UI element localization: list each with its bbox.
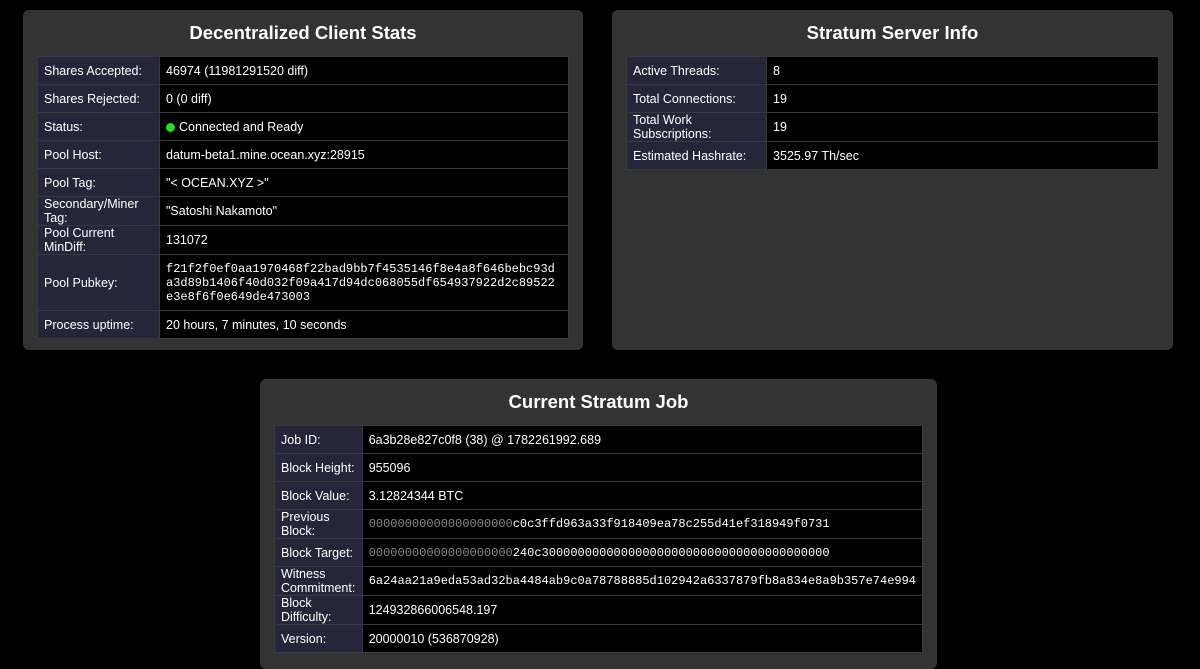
table-row: Block Value: 3.12824344 BTC <box>274 481 924 510</box>
table-row: Pool Pubkey: f21f2f0ef0aa1970468f22bad9b… <box>37 254 569 311</box>
secondary-tag-value: "Satoshi Nakamoto" <box>159 196 569 226</box>
table-row: Pool Host: datum-beta1.mine.ocean.xyz:28… <box>37 140 569 169</box>
status-text: Connected and Ready <box>179 119 304 134</box>
table-row: Version: 20000010 (536870928) <box>274 624 924 653</box>
stratum-job-table: Job ID: 6a3b28e827c0f8 (38) @ 1782261992… <box>274 425 924 653</box>
subscriptions-value: 19 <box>766 112 1159 142</box>
block-value-label: Block Value: <box>274 481 363 510</box>
status-indicator-icon <box>166 122 175 132</box>
shares-rejected-label: Shares Rejected: <box>37 84 160 113</box>
table-row: Status: Connected and Ready <box>37 112 569 141</box>
pool-host-label: Pool Host: <box>37 140 160 169</box>
pool-tag-value: "< OCEAN.XYZ >" <box>159 168 569 197</box>
threads-label: Active Threads: <box>626 56 767 85</box>
block-difficulty-label: Block Difficulty: <box>274 595 363 625</box>
min-diff-value: 131072 <box>159 225 569 255</box>
subscriptions-label: Total Work Subscriptions: <box>626 112 767 142</box>
server-info-title: Stratum Server Info <box>806 22 979 43</box>
table-row: Secondary/Miner Tag: "Satoshi Nakamoto" <box>37 196 569 226</box>
server-info-table: Active Threads: 8 Total Connections: 19 … <box>626 56 1159 170</box>
status-value: Connected and Ready <box>159 112 569 141</box>
block-value-value: 3.12824344 BTC <box>361 481 924 510</box>
stratum-job-panel: Current Stratum Job Job ID: 6a3b28e827c0… <box>260 379 937 669</box>
status-label: Status: <box>37 112 160 141</box>
block-height-value: 955096 <box>361 453 924 482</box>
connections-value: 19 <box>766 84 1159 113</box>
shares-rejected-value: 0 (0 diff) <box>159 84 569 113</box>
table-row: Block Target: 00000000000000000000240c30… <box>274 538 924 567</box>
table-row: Total Work Subscriptions: 19 <box>626 112 1159 142</box>
hashrate-value: 3525.97 Th/sec <box>766 141 1159 170</box>
table-row: Active Threads: 8 <box>626 56 1159 85</box>
witness-commitment-value: 6a24aa21a9eda53ad32ba4484ab9c0a78788885d… <box>361 566 924 596</box>
block-target-hash: 240c300000000000000000000000000000000000… <box>512 545 830 560</box>
previous-block-zeros: 00000000000000000000 <box>368 517 513 531</box>
table-row: Block Height: 955096 <box>274 453 924 482</box>
table-row: Witness Commitment: 6a24aa21a9eda53ad32b… <box>274 566 924 596</box>
previous-block-value: 00000000000000000000c0c3ffd963a33f918409… <box>361 509 924 539</box>
stratum-job-title: Current Stratum Job <box>508 391 689 412</box>
pubkey-label: Pool Pubkey: <box>37 254 160 311</box>
version-label: Version: <box>274 624 363 653</box>
uptime-label: Process uptime: <box>37 310 160 339</box>
pool-tag-label: Pool Tag: <box>37 168 160 197</box>
table-row: Pool Current MinDiff: 131072 <box>37 225 569 255</box>
version-value: 20000010 (536870928) <box>361 624 924 653</box>
block-difficulty-value: 124932866006548.197 <box>361 595 924 625</box>
secondary-tag-label: Secondary/Miner Tag: <box>37 196 160 226</box>
hashrate-label: Estimated Hashrate: <box>626 141 767 170</box>
job-id-label: Job ID: <box>274 425 363 454</box>
threads-value: 8 <box>766 56 1159 85</box>
table-row: Job ID: 6a3b28e827c0f8 (38) @ 1782261992… <box>274 425 924 454</box>
shares-accepted-value: 46974 (11981291520 diff) <box>159 56 569 85</box>
client-stats-table: Shares Accepted: 46974 (11981291520 diff… <box>37 56 569 339</box>
witness-commitment-label: Witness Commitment: <box>274 566 363 596</box>
previous-block-hash: c0c3ffd963a33f918409ea78c255d41ef318949f… <box>512 517 830 531</box>
pubkey-value: f21f2f0ef0aa1970468f22bad9bb7f4535146f8e… <box>159 254 569 311</box>
min-diff-label: Pool Current MinDiff: <box>37 225 160 255</box>
block-height-label: Block Height: <box>274 453 363 482</box>
table-row: Block Difficulty: 124932866006548.197 <box>274 595 924 625</box>
uptime-value: 20 hours, 7 minutes, 10 seconds <box>159 310 569 339</box>
table-row: Previous Block: 00000000000000000000c0c3… <box>274 509 924 539</box>
shares-accepted-label: Shares Accepted: <box>37 56 160 85</box>
job-id-value: 6a3b28e827c0f8 (38) @ 1782261992.689 <box>361 425 924 454</box>
table-row: Total Connections: 19 <box>626 84 1159 113</box>
block-target-label: Block Target: <box>274 538 363 567</box>
block-target-value: 00000000000000000000240c3000000000000000… <box>361 538 924 567</box>
table-row: Process uptime: 20 hours, 7 minutes, 10 … <box>37 310 569 339</box>
table-row: Shares Accepted: 46974 (11981291520 diff… <box>37 56 569 85</box>
block-target-zeros: 00000000000000000000 <box>368 545 513 560</box>
previous-block-label: Previous Block: <box>274 509 363 539</box>
table-row: Estimated Hashrate: 3525.97 Th/sec <box>626 141 1159 170</box>
pool-host-value: datum-beta1.mine.ocean.xyz:28915 <box>159 140 569 169</box>
connections-label: Total Connections: <box>626 84 767 113</box>
client-stats-title: Decentralized Client Stats <box>189 22 417 43</box>
client-stats-panel: Decentralized Client Stats Shares Accept… <box>23 10 583 350</box>
table-row: Shares Rejected: 0 (0 diff) <box>37 84 569 113</box>
table-row: Pool Tag: "< OCEAN.XYZ >" <box>37 168 569 197</box>
server-info-panel: Stratum Server Info Active Threads: 8 To… <box>612 10 1173 350</box>
